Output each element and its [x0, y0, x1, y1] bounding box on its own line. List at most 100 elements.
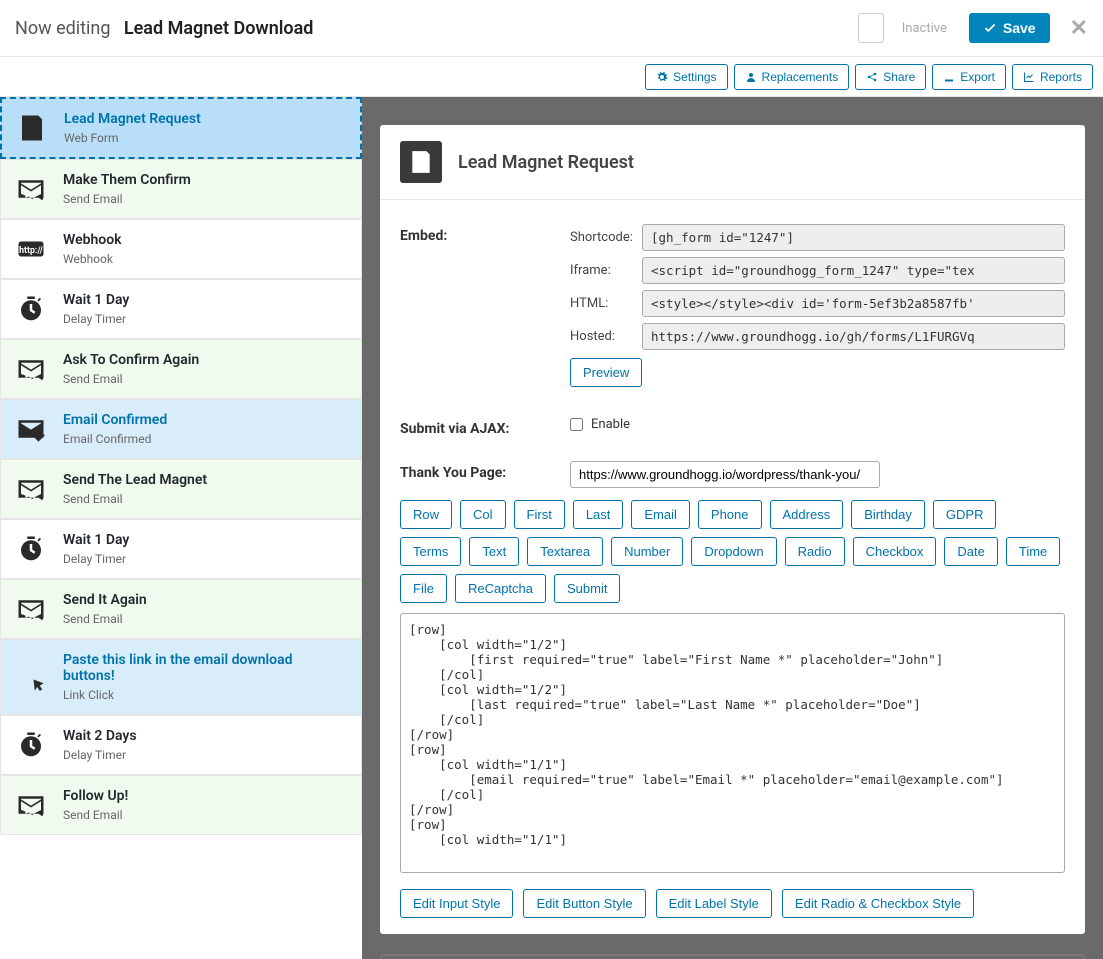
field-button-file[interactable]: File [400, 574, 447, 603]
field-button-textarea[interactable]: Textarea [527, 537, 603, 566]
field-button-last[interactable]: Last [573, 500, 624, 529]
shortcode-input[interactable] [642, 224, 1065, 251]
style-buttons-bar: Edit Input Style Edit Button Style Edit La… [400, 889, 1065, 918]
mail-icon [15, 473, 47, 505]
ajax-enable-label: Enable [591, 417, 630, 432]
field-button-radio[interactable]: Radio [785, 537, 845, 566]
ajax-checkbox[interactable] [570, 418, 583, 431]
field-button-text[interactable]: Text [469, 537, 519, 566]
step-item[interactable]: Lead Magnet Request Web Form [0, 97, 362, 159]
step-title: Make Them Confirm [63, 172, 191, 188]
thankyou-input[interactable] [570, 461, 880, 488]
step-title: Wait 2 Days [63, 728, 137, 744]
field-button-email[interactable]: Email [631, 500, 690, 529]
status-color-box[interactable] [858, 13, 884, 43]
field-button-birthday[interactable]: Birthday [851, 500, 925, 529]
field-button-terms[interactable]: Terms [400, 537, 461, 566]
panel-title: Lead Magnet Request [458, 152, 634, 173]
shortcode-label: Shortcode: [570, 230, 640, 245]
field-button-submit[interactable]: Submit [554, 574, 620, 603]
step-item[interactable]: Wait 2 Days Delay Timer [0, 715, 362, 775]
close-icon[interactable]: ✕ [1070, 16, 1088, 41]
step-item[interactable]: Follow Up! Send Email [0, 775, 362, 835]
step-title: Paste this link in the email download bu… [63, 652, 347, 684]
status-label[interactable]: Inactive [890, 15, 959, 42]
field-button-dropdown[interactable]: Dropdown [691, 537, 776, 566]
funnel-title[interactable]: Lead Magnet Download [124, 18, 314, 39]
preview-button[interactable]: Preview [570, 358, 642, 387]
timer-icon [15, 533, 47, 565]
step-subtitle: Delay Timer [63, 748, 137, 762]
style-button[interactable]: Edit Radio & Checkbox Style [782, 889, 974, 918]
top-header: Now editing Lead Magnet Download Inactiv… [0, 0, 1103, 57]
step-subtitle: Send Email [63, 492, 207, 506]
form-icon [16, 112, 48, 144]
step-title: Send The Lead Magnet [63, 472, 207, 488]
step-title: Lead Magnet Request [64, 111, 201, 127]
timer-icon [15, 293, 47, 325]
field-button-checkbox[interactable]: Checkbox [853, 537, 937, 566]
step-item[interactable]: Wait 1 Day Delay Timer [0, 519, 362, 579]
step-subtitle: Send Email [63, 808, 128, 822]
save-button[interactable]: Save [969, 13, 1050, 43]
field-button-address[interactable]: Address [770, 500, 844, 529]
mail-icon [15, 593, 47, 625]
step-subtitle: Send Email [63, 372, 199, 386]
reports-button[interactable]: Reports [1012, 64, 1093, 90]
timer-icon [15, 729, 47, 761]
thankyou-label: Thank You Page: [400, 461, 570, 488]
panel-header: Lead Magnet Request [380, 125, 1085, 200]
step-subtitle: Send Email [63, 612, 147, 626]
step-item[interactable]: Make Them Confirm Send Email [0, 159, 362, 219]
field-button-time[interactable]: Time [1006, 537, 1060, 566]
field-button-row[interactable]: Row [400, 500, 452, 529]
click-icon [15, 661, 47, 693]
form-code-textarea[interactable] [400, 613, 1065, 873]
ajax-label: Submit via AJAX: [400, 417, 570, 437]
field-button-recaptcha[interactable]: ReCaptcha [455, 574, 546, 603]
mail-icon [15, 173, 47, 205]
step-title: Send It Again [63, 592, 147, 608]
mail-icon [15, 789, 47, 821]
step-item[interactable]: Email Confirmed Email Confirmed [0, 399, 362, 459]
step-subtitle: Web Form [64, 131, 201, 145]
page-title-wrap: Now editing Lead Magnet Download [15, 18, 858, 39]
html-label: HTML: [570, 296, 640, 311]
form-icon [400, 141, 442, 183]
style-button[interactable]: Edit Label Style [656, 889, 772, 918]
steps-sidebar: Lead Magnet Request Web Form Make Them C… [0, 97, 362, 959]
field-button-phone[interactable]: Phone [698, 500, 762, 529]
step-item[interactable]: Ask To Confirm Again Send Email [0, 339, 362, 399]
iframe-input[interactable] [642, 257, 1065, 284]
field-button-date[interactable]: Date [944, 537, 997, 566]
export-button[interactable]: Export [932, 64, 1006, 90]
field-button-number[interactable]: Number [611, 537, 683, 566]
step-item[interactable]: Wait 1 Day Delay Timer [0, 279, 362, 339]
notes-textarea[interactable] [380, 954, 1085, 959]
hosted-label: Hosted: [570, 329, 640, 344]
replacements-button[interactable]: Replacements [734, 64, 850, 90]
step-panel: Lead Magnet Request Embed: Shortcode: If… [380, 125, 1085, 934]
step-item[interactable]: Paste this link in the email download bu… [0, 639, 362, 715]
mailcheck-icon [15, 413, 47, 445]
iframe-label: Iframe: [570, 263, 640, 278]
step-title: Email Confirmed [63, 412, 167, 428]
hosted-input[interactable] [642, 323, 1065, 350]
field-button-gdpr[interactable]: GDPR [933, 500, 997, 529]
step-item[interactable]: Send It Again Send Email [0, 579, 362, 639]
style-button[interactable]: Edit Input Style [400, 889, 513, 918]
style-button[interactable]: Edit Button Style [523, 889, 645, 918]
field-button-col[interactable]: Col [460, 500, 506, 529]
settings-button[interactable]: Settings [645, 64, 727, 90]
step-item[interactable]: Send The Lead Magnet Send Email [0, 459, 362, 519]
step-item[interactable]: Webhook Webhook [0, 219, 362, 279]
ajax-enable-wrap[interactable]: Enable [570, 417, 1065, 432]
now-editing-label: Now editing [15, 18, 110, 39]
step-title: Wait 1 Day [63, 292, 129, 308]
share-button[interactable]: Share [855, 64, 926, 90]
field-button-first[interactable]: First [514, 500, 565, 529]
mail-icon [15, 353, 47, 385]
step-title: Wait 1 Day [63, 532, 129, 548]
save-button-label: Save [1003, 20, 1036, 36]
html-input[interactable] [642, 290, 1065, 317]
